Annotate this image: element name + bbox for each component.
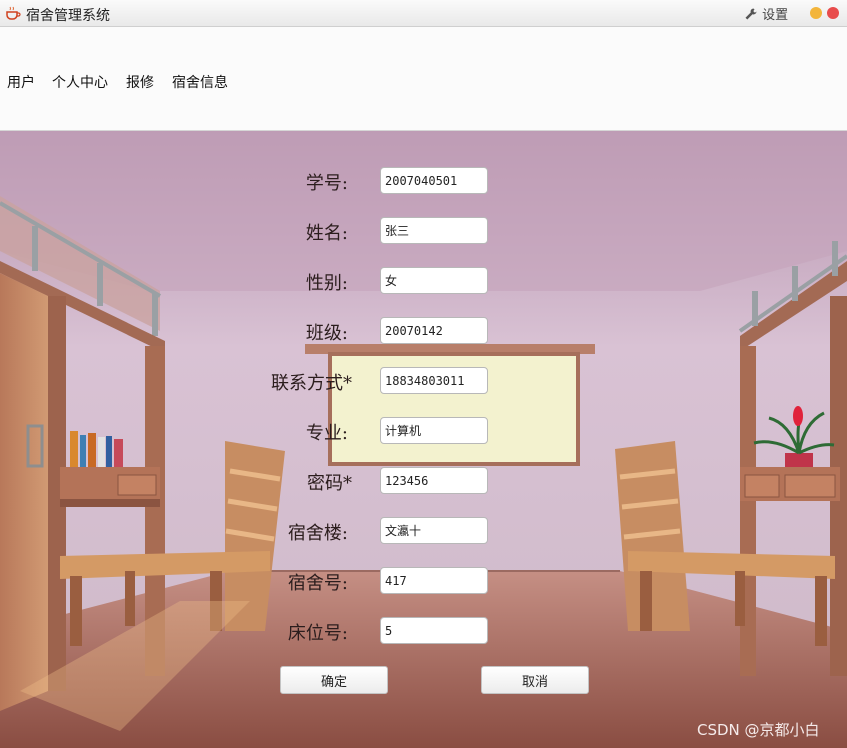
close-button[interactable] [827, 7, 839, 19]
label-bed-number: 床位号: [287, 623, 348, 644]
contact-input[interactable] [380, 367, 488, 394]
watermark: CSDN @京都小白 [697, 721, 820, 739]
window-title: 宿舍管理系统 [26, 8, 110, 24]
menu-item-repair[interactable]: 报修 [126, 72, 154, 92]
settings-button[interactable]: 设置 [744, 4, 788, 23]
menu-item-dorm-info[interactable]: 宿舍信息 [172, 72, 228, 92]
password-input[interactable] [380, 467, 488, 494]
menu-bar: 用户 个人中心 报修 宿舍信息 [0, 27, 847, 131]
label-gender: 性别: [305, 273, 348, 294]
title-bar: 宿舍管理系统 设置 [0, 0, 847, 27]
name-input[interactable] [380, 217, 488, 244]
menu-item-user[interactable]: 用户 [7, 72, 35, 92]
label-student-id: 学号: [305, 173, 348, 194]
confirm-button[interactable]: 确定 [280, 666, 388, 694]
dorm-room-background: 学号: 姓名: 性别: 班级: 联系方式* 专业: 密码* 宿舍楼: 宿舍号: … [0, 131, 847, 748]
label-name: 姓名: [305, 223, 348, 244]
menu-item-personal-center[interactable]: 个人中心 [52, 72, 108, 92]
label-contact: 联系方式* [271, 373, 352, 394]
label-dorm-building: 宿舍楼: [287, 523, 348, 544]
wrench-icon [745, 8, 757, 20]
label-password: 密码* [307, 473, 352, 494]
label-class: 班级: [305, 323, 348, 344]
coffee-cup-icon [6, 6, 21, 20]
minimize-button[interactable] [810, 7, 822, 19]
bed-number-input[interactable] [380, 617, 488, 644]
class-input[interactable] [380, 317, 488, 344]
label-room-number: 宿舍号: [287, 573, 348, 594]
major-input[interactable] [380, 417, 488, 444]
cancel-button[interactable]: 取消 [481, 666, 589, 694]
settings-label: 设置 [762, 8, 789, 23]
student-id-input[interactable] [380, 167, 488, 194]
gender-input[interactable] [380, 267, 488, 294]
label-major: 专业: [305, 423, 348, 444]
room-number-input[interactable] [380, 567, 488, 594]
dorm-building-input[interactable] [380, 517, 488, 544]
